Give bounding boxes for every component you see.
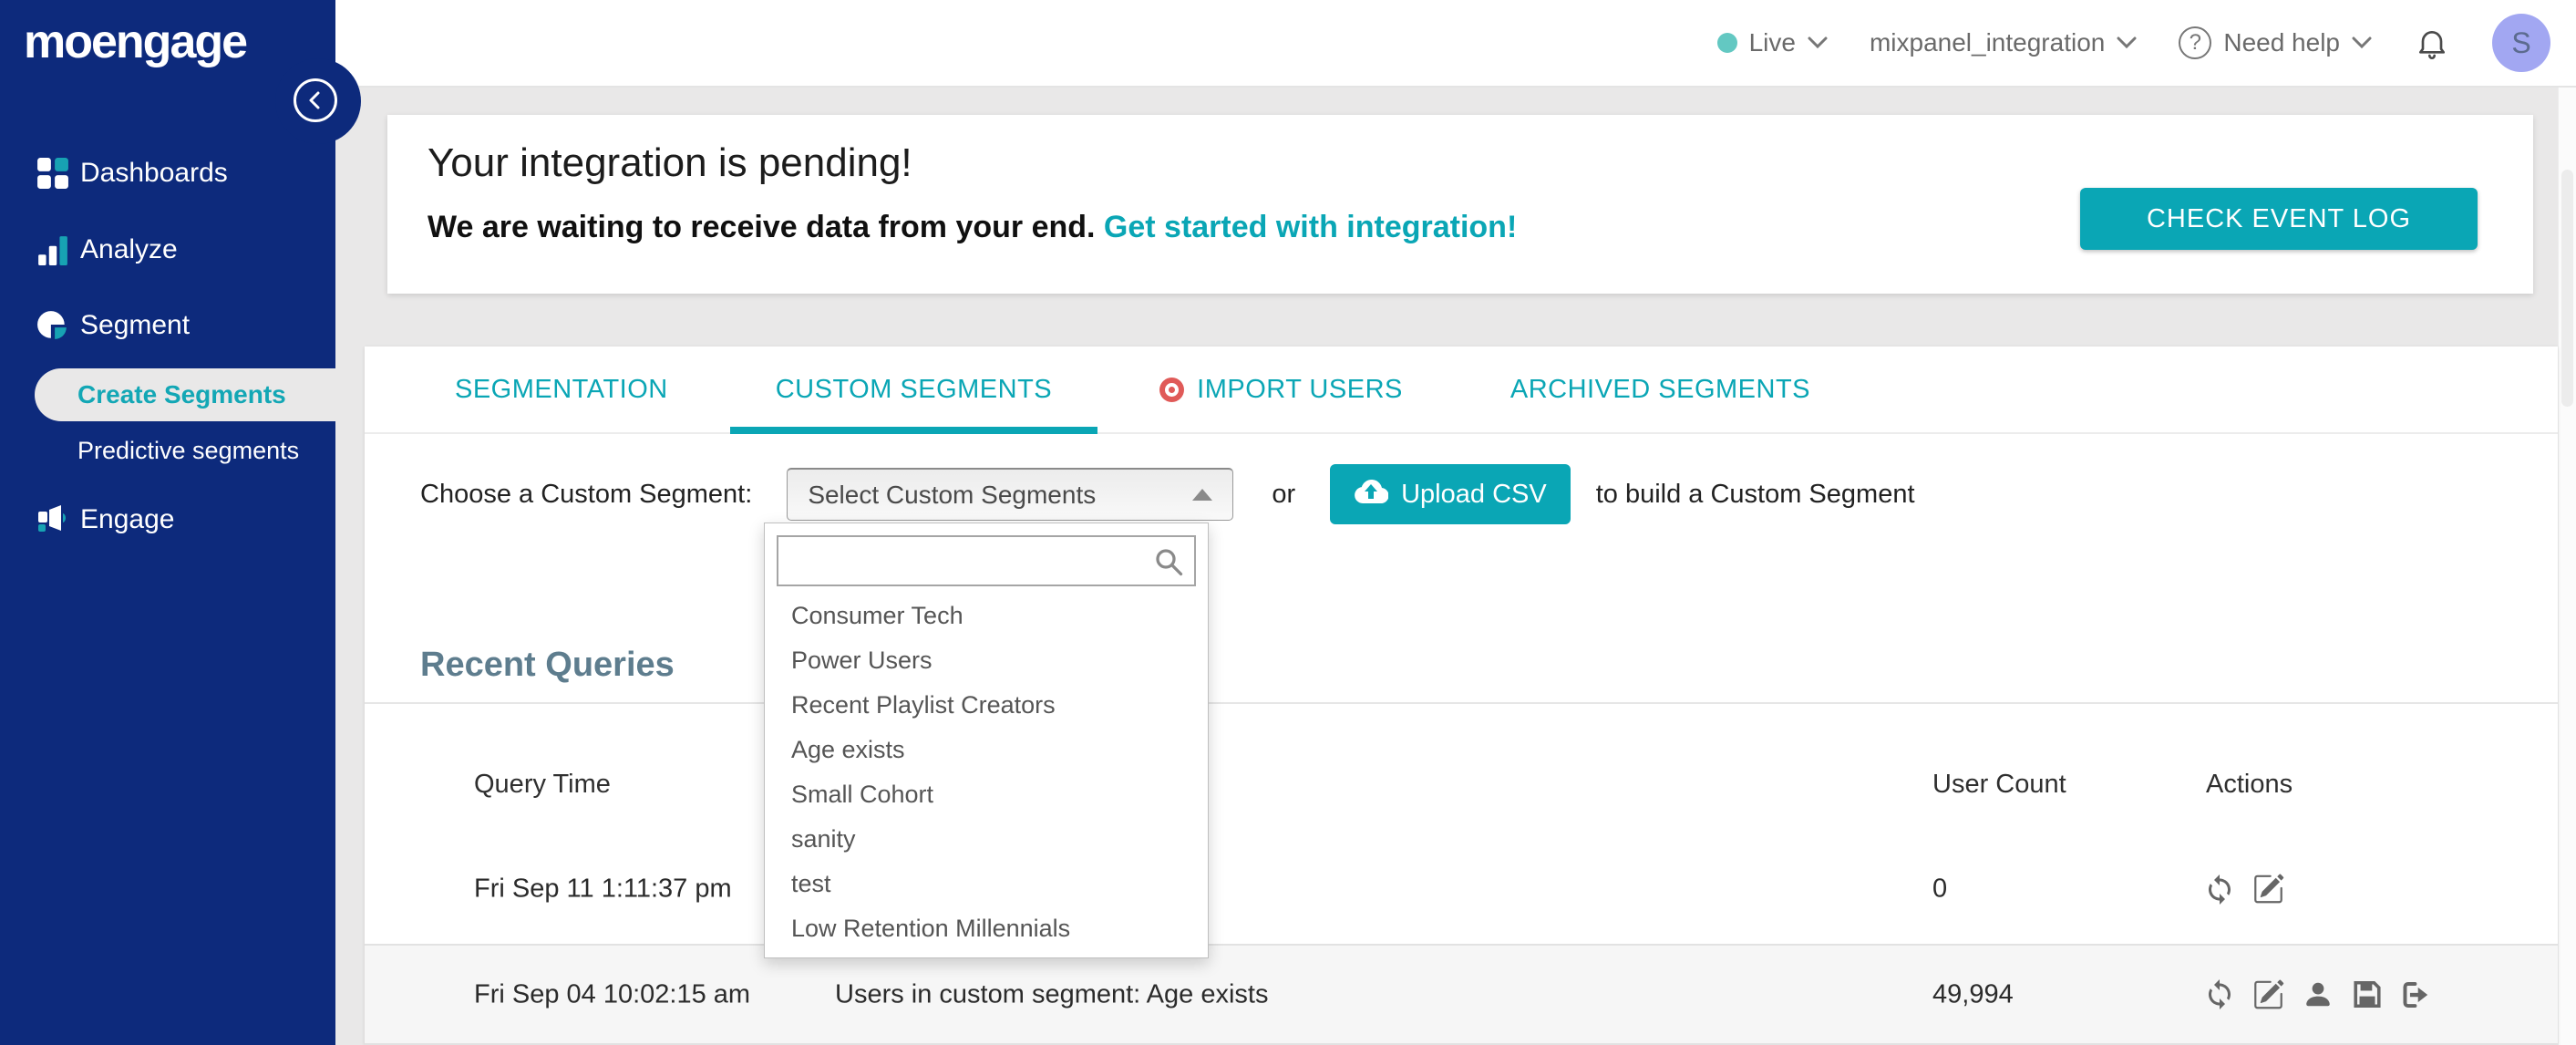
scrollbar-thumb[interactable] (2561, 170, 2573, 407)
sidebar-item-analyze[interactable]: Analyze (0, 221, 335, 279)
column-header-query-time: Query Time (474, 770, 611, 799)
refresh-icon[interactable] (2202, 873, 2236, 906)
grid-icon (36, 157, 69, 190)
dropdown-search (777, 535, 1196, 586)
app-window: Live mixpanel_integration ? Need help S … (0, 0, 2576, 1045)
integration-banner: Your integration is pending! We are wait… (387, 115, 2533, 294)
chooser-label: Choose a Custom Segment: (420, 479, 753, 509)
custom-segment-chooser: Choose a Custom Segment: Select Custom S… (420, 461, 1915, 527)
banner-message-text: We are waiting to receive data from your… (428, 210, 1096, 244)
sidebar-item-engage[interactable]: Engage (0, 491, 335, 549)
sidebar-item-create-segments[interactable]: Create Segments (35, 368, 335, 421)
tab-bar: SEGMENTATION CUSTOM SEGMENTS IMPORT USER… (365, 347, 2558, 434)
export-icon[interactable] (2399, 978, 2433, 1011)
check-event-log-button[interactable]: CHECK EVENT LOG (2080, 188, 2478, 250)
record-dot-icon (1159, 377, 1185, 402)
dropdown-option[interactable]: Age exists (765, 728, 1208, 772)
sidebar-item-label: Dashboards (80, 158, 228, 188)
sidebar-item-label: Analyze (80, 234, 178, 264)
upload-csv-label: Upload CSV (1401, 479, 1547, 509)
tab-label: ARCHIVED SEGMENTS (1510, 374, 1811, 404)
tab-archived-segments[interactable]: ARCHIVED SEGMENTS (1465, 347, 1856, 432)
custom-segment-dropdown: Consumer Tech Power Users Recent Playlis… (764, 522, 1209, 958)
column-header-user-count: User Count (1932, 770, 2066, 799)
column-header-actions: Actions (2206, 770, 2293, 799)
tab-import-users[interactable]: IMPORT USERS (1114, 347, 1448, 432)
environment-label: Live (1748, 28, 1796, 57)
workspace-name: mixpanel_integration (1869, 28, 2106, 57)
chevron-down-icon (2117, 36, 2137, 49)
live-status-dot (1716, 33, 1737, 53)
query-time: Fri Sep 04 10:02:15 am (474, 979, 751, 1009)
question-circle-icon: ? (2179, 26, 2212, 59)
edit-icon[interactable] (2251, 978, 2285, 1011)
avatar-initial: S (2511, 26, 2531, 59)
dropdown-option[interactable]: Small Cohort (765, 772, 1208, 817)
megaphone-icon (36, 503, 69, 536)
dropdown-option[interactable]: Consumer Tech (765, 594, 1208, 638)
dropdown-option[interactable]: Power Users (765, 638, 1208, 683)
select-value: Select Custom Segments (808, 480, 1097, 509)
workspace-dropdown[interactable]: mixpanel_integration (1870, 28, 2137, 57)
triangle-up-icon (1192, 489, 1213, 501)
sidebar-item-label: Create Segments (77, 380, 286, 409)
user-count: 49,994 (1932, 979, 2014, 1009)
sidebar-item-label: Predictive segments (77, 436, 300, 464)
sidebar-collapse-button[interactable] (294, 78, 337, 122)
avatar[interactable]: S (2492, 14, 2550, 72)
row-actions (2202, 873, 2285, 906)
dropdown-option[interactable]: sanity (765, 817, 1208, 862)
row-actions (2202, 978, 2433, 1011)
sidebar-item-dashboards[interactable]: Dashboards (0, 144, 335, 202)
scrollbar-track (2558, 88, 2576, 1045)
chooser-suffix-text: to build a Custom Segment (1595, 479, 1915, 509)
help-dropdown[interactable]: ? Need help (2179, 26, 2372, 59)
magnifier-icon (1152, 545, 1185, 583)
custom-segment-select[interactable]: Select Custom Segments (787, 468, 1234, 521)
edit-icon[interactable] (2251, 873, 2285, 906)
sidebar-item-predictive-segments[interactable]: Predictive segments (77, 427, 299, 474)
bell-icon[interactable] (2414, 25, 2450, 61)
pie-chart-icon (36, 309, 69, 342)
moengage-logo: moengage (24, 16, 248, 68)
table-row: Fri Sep 11 1:11:37 pm 0 (365, 834, 2558, 944)
save-icon[interactable] (2350, 978, 2384, 1011)
dropdown-search-input[interactable] (778, 537, 1194, 585)
chevron-down-icon (2352, 36, 2372, 49)
or-text: or (1272, 479, 1296, 509)
help-label: Need help (2223, 28, 2340, 57)
banner-message: We are waiting to receive data from your… (428, 210, 1517, 245)
environment-dropdown[interactable]: Live (1716, 28, 1828, 57)
segments-panel: SEGMENTATION CUSTOM SEGMENTS IMPORT USER… (365, 347, 2558, 1045)
cloud-upload-icon (1354, 477, 1389, 512)
dropdown-option[interactable]: Recent Playlist Creators (765, 683, 1208, 728)
tab-label: SEGMENTATION (455, 374, 668, 404)
sidebar-item-segment[interactable]: Segment (0, 296, 335, 355)
upload-csv-button[interactable]: Upload CSV (1330, 464, 1571, 524)
table-header: Query Time User Count Actions (365, 704, 2558, 834)
tab-segmentation[interactable]: SEGMENTATION (409, 347, 714, 432)
dropdown-option[interactable]: test (765, 862, 1208, 906)
tab-label: IMPORT USERS (1197, 374, 1403, 404)
chevron-down-icon (1808, 36, 1828, 49)
sidebar-item-label: Engage (80, 504, 175, 534)
tab-label: CUSTOM SEGMENTS (775, 374, 1053, 404)
dropdown-option[interactable]: Low Retention Millennials (765, 906, 1208, 951)
banner-title: Your integration is pending! (428, 140, 912, 185)
table-row: Fri Sep 04 10:02:15 am Users in custom s… (365, 944, 2558, 1045)
query-time: Fri Sep 11 1:11:37 pm (474, 874, 732, 904)
recent-queries-title: Recent Queries (420, 646, 675, 684)
refresh-icon[interactable] (2202, 978, 2236, 1011)
get-started-link[interactable]: Get started with integration! (1104, 210, 1517, 244)
bar-chart-icon (36, 233, 69, 266)
user-icon[interactable] (2301, 978, 2334, 1011)
sidebar: moengage Dashboards Analyze Segment Crea… (0, 0, 361, 1045)
tab-custom-segments[interactable]: CUSTOM SEGMENTS (729, 347, 1098, 434)
user-count: 0 (1932, 874, 1948, 904)
sidebar-item-label: Segment (80, 310, 191, 340)
top-bar: Live mixpanel_integration ? Need help S (335, 0, 2576, 88)
query-text: Users in custom segment: Age exists (835, 979, 1269, 1009)
